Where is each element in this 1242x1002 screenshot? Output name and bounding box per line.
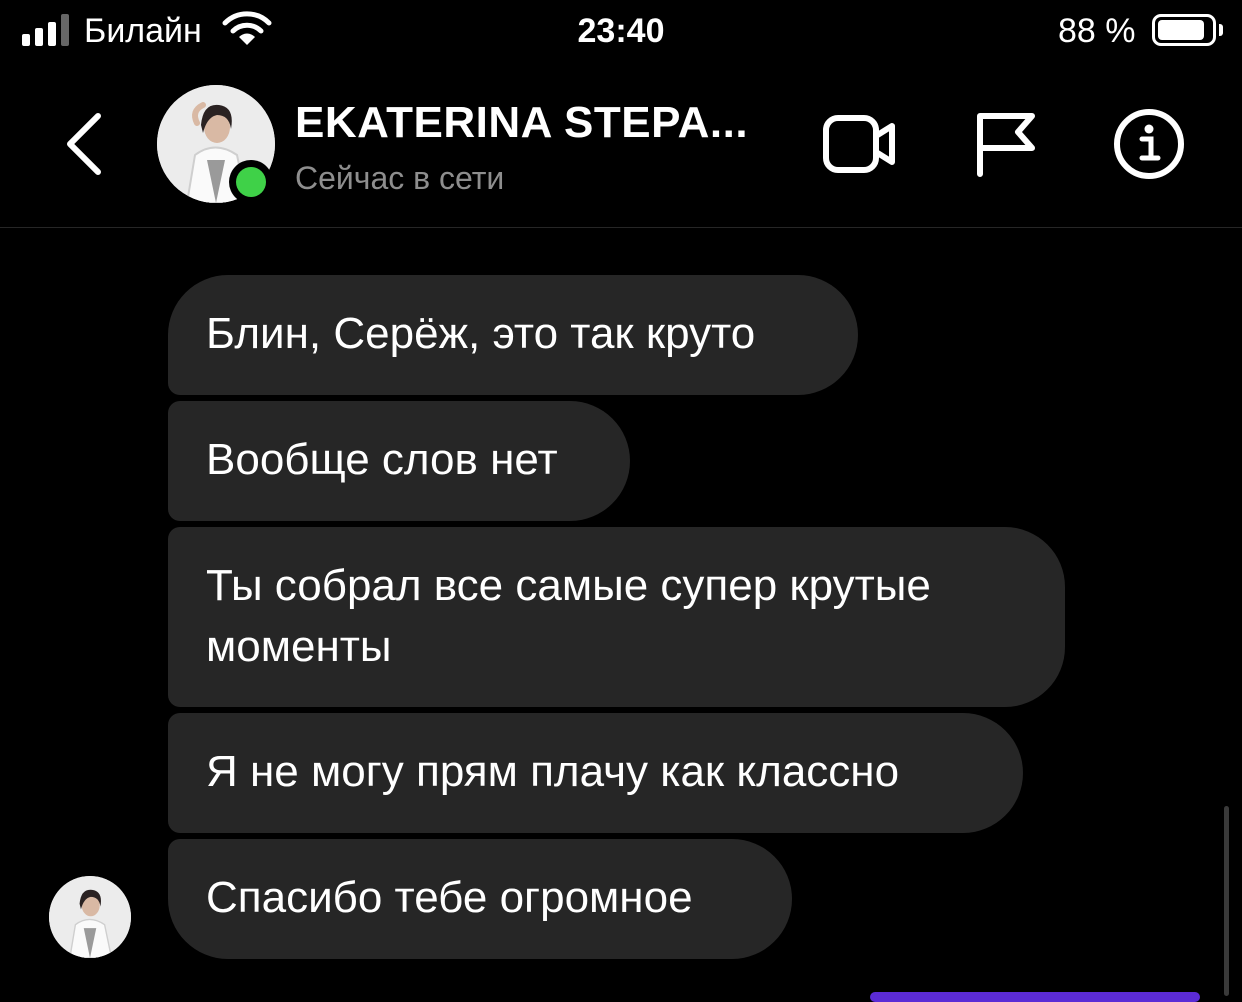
battery-cap	[1219, 24, 1223, 36]
back-icon[interactable]	[62, 112, 104, 176]
battery-percentage: 88 %	[1058, 12, 1136, 50]
contact-status: Сейчас в сети	[295, 160, 505, 196]
info-icon[interactable]	[1113, 108, 1185, 180]
clock: 23:40	[577, 12, 665, 50]
scrollbar[interactable]	[1224, 806, 1229, 996]
message-bubble[interactable]: Блин, Серёж, это так круто	[168, 275, 858, 395]
flag-icon[interactable]	[974, 110, 1038, 178]
message-bubble[interactable]: Я не могу прям плачу как классно	[168, 713, 1023, 833]
avatar-photo-icon	[49, 876, 131, 958]
sender-avatar[interactable]	[49, 876, 131, 958]
video-call-icon[interactable]	[822, 110, 898, 176]
message-bubble[interactable]: Спасибо тебе огромное	[168, 839, 792, 959]
message-bubble[interactable]: Вообще слов нет	[168, 401, 630, 521]
online-status-indicator	[229, 160, 273, 204]
battery-icon	[1152, 14, 1216, 46]
header-divider	[0, 227, 1242, 228]
message-bubble[interactable]: Ты собрал все самые супер крутые моменты	[168, 527, 1065, 707]
contact-name[interactable]: EKATERINA STEPA...	[295, 98, 748, 148]
outgoing-message-bubble-edge	[870, 992, 1200, 1002]
